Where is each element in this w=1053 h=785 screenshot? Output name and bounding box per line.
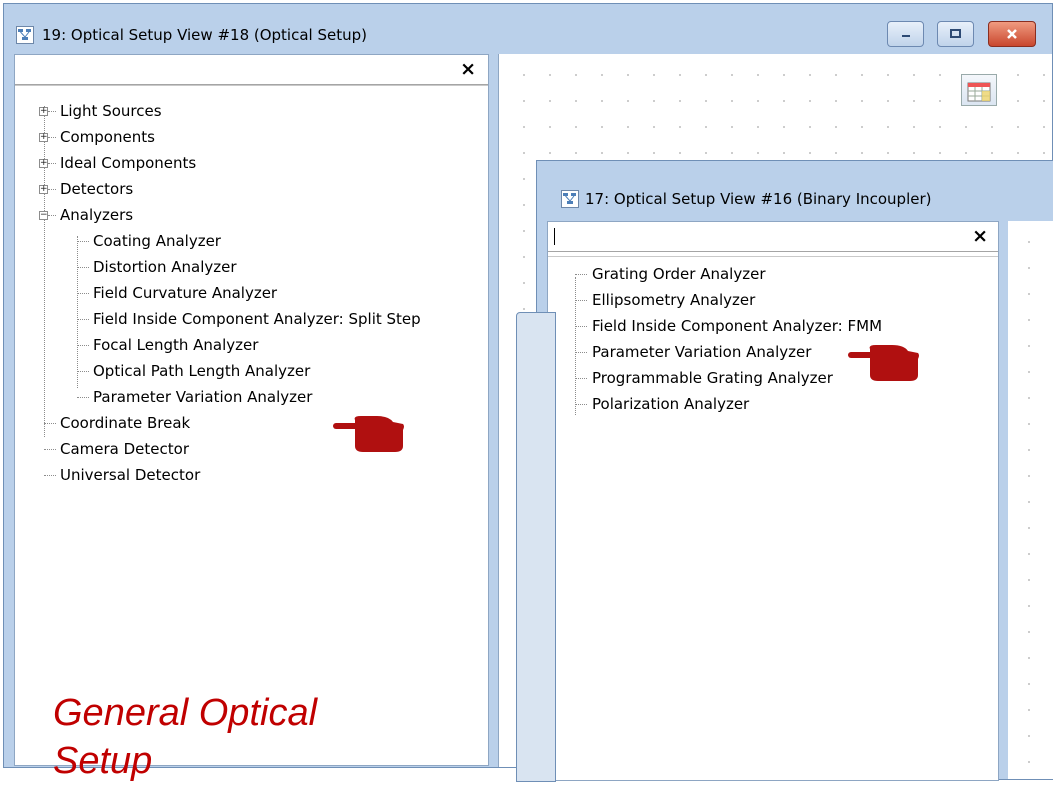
tree-node-label: Coordinate Break: [60, 414, 191, 432]
tree-node-label: Focal Length Analyzer: [93, 336, 259, 354]
tree-connector: [575, 404, 587, 405]
tree-node-label: Grating Order Analyzer: [592, 265, 766, 283]
expand-icon[interactable]: +: [39, 107, 48, 116]
tree-connector: [77, 293, 89, 294]
expand-icon[interactable]: +: [39, 159, 48, 168]
background-window-edge: [516, 312, 556, 782]
optical-setup-icon: [16, 26, 34, 44]
maximize-icon: [949, 29, 961, 38]
tree-connector: [77, 371, 89, 372]
tree-connector: [48, 163, 56, 164]
tree-connector: [44, 449, 56, 450]
window-title: 17: Optical Setup View #16 (Binary Incou…: [585, 190, 932, 208]
text-cursor: [554, 228, 555, 245]
tree-node-label: Detectors: [60, 180, 134, 198]
close-button[interactable]: [988, 21, 1036, 47]
expand-icon[interactable]: +: [39, 185, 48, 194]
element-tree: + Light Sources + Components + Ideal Com…: [15, 85, 488, 765]
table-view-icon[interactable]: [961, 74, 997, 106]
element-tree: Grating Order Analyzer Ellipsometry Anal…: [548, 256, 998, 780]
tree-node-label: Polarization Analyzer: [592, 395, 750, 413]
search-input[interactable]: [19, 57, 453, 83]
caption-general-optical-setup: General Optical Setup: [53, 689, 317, 785]
tree-node-label: Light Sources: [60, 102, 162, 120]
caption-line: Setup: [53, 740, 153, 782]
tree-connector: [77, 267, 89, 268]
expand-icon[interactable]: +: [39, 133, 48, 142]
tree-node-label: Analyzers: [60, 206, 134, 224]
tree-connector: [44, 106, 45, 437]
tree-connector: [48, 111, 56, 112]
maximize-button[interactable]: [937, 21, 974, 47]
window-title: 19: Optical Setup View #18 (Optical Setu…: [42, 26, 367, 44]
tree-connector: [48, 215, 56, 216]
clear-search-button[interactable]: ×: [460, 58, 476, 80]
search-bar: ×: [548, 222, 998, 252]
tree-node-label: Components: [60, 128, 155, 146]
tree-node-label: Universal Detector: [60, 466, 201, 484]
tree-connector: [77, 241, 89, 242]
tree-connector: [48, 189, 56, 190]
clear-search-button[interactable]: ×: [972, 225, 988, 247]
tree-connector: [575, 274, 587, 275]
search-input[interactable]: [556, 224, 940, 250]
setup-canvas[interactable]: [1008, 221, 1053, 779]
pointing-hand-icon: [333, 416, 405, 456]
caption-line: General Optical: [53, 692, 318, 734]
tree-connector: [77, 397, 89, 398]
tree-connector: [77, 236, 78, 388]
tree-connector: [48, 137, 56, 138]
tree-connector: [575, 277, 576, 415]
tree-node-label: Programmable Grating Analyzer: [592, 369, 833, 387]
tree-node-label: Optical Path Length Analyzer: [93, 362, 311, 380]
tree-node-label: Ellipsometry Analyzer: [592, 291, 756, 309]
tree-node-label: Field Inside Component Analyzer: FMM: [592, 317, 883, 335]
title-bar[interactable]: 17: Optical Setup View #16 (Binary Incou…: [537, 161, 1053, 221]
catalog-panel: × + Light Sources + Components + Ideal C…: [14, 54, 489, 782]
tree-connector: [575, 352, 587, 353]
tree-node-label: Field Inside Component Analyzer: Split S…: [93, 310, 421, 328]
tree-connector: [575, 378, 587, 379]
close-icon: [1007, 29, 1017, 39]
tree-connector: [77, 345, 89, 346]
collapse-icon[interactable]: −: [39, 211, 48, 220]
tree-connector: [44, 423, 56, 424]
search-bar: ×: [15, 55, 488, 85]
minimize-button[interactable]: [887, 21, 924, 47]
tree-node-label: Ideal Components: [60, 154, 197, 172]
tree-node-label: Field Curvature Analyzer: [93, 284, 278, 302]
tree-node-label: Camera Detector: [60, 440, 189, 458]
tree-connector: [44, 475, 56, 476]
tree-node-label: Coating Analyzer: [93, 232, 221, 250]
tree-connector: [575, 326, 587, 327]
catalog-panel: × Grating Order Analyzer Ellipsometry An…: [547, 221, 999, 781]
tree-node-label: Parameter Variation Analyzer: [93, 388, 313, 406]
title-bar[interactable]: 19: Optical Setup View #18 (Optical Setu…: [4, 4, 1052, 54]
tree-connector: [77, 319, 89, 320]
optical-setup-icon: [561, 190, 579, 208]
tree-node-label: Parameter Variation Analyzer: [592, 343, 812, 361]
optical-setup-window-16: 17: Optical Setup View #16 (Binary Incou…: [536, 160, 1053, 781]
tree-node-label: Distortion Analyzer: [93, 258, 237, 276]
minimize-icon: [901, 35, 910, 37]
pointing-hand-icon: [848, 345, 920, 385]
tree-connector: [575, 300, 587, 301]
